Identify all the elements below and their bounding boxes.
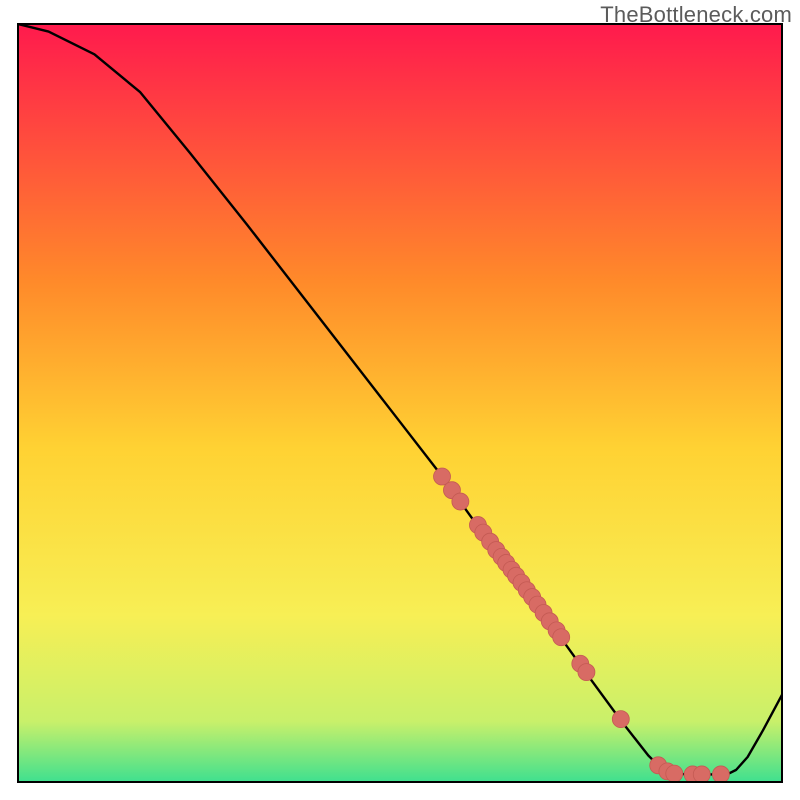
data-point: [693, 766, 710, 783]
watermark-label: TheBottleneck.com: [600, 2, 792, 28]
chart-container: { "watermark": "TheBottleneck.com", "col…: [0, 0, 800, 800]
plot-background: [18, 24, 782, 782]
data-point: [452, 493, 469, 510]
data-point: [612, 711, 629, 728]
bottleneck-chart: [0, 0, 800, 800]
data-point: [712, 766, 729, 783]
data-point: [578, 664, 595, 681]
data-point: [666, 765, 683, 782]
data-point: [553, 629, 570, 646]
